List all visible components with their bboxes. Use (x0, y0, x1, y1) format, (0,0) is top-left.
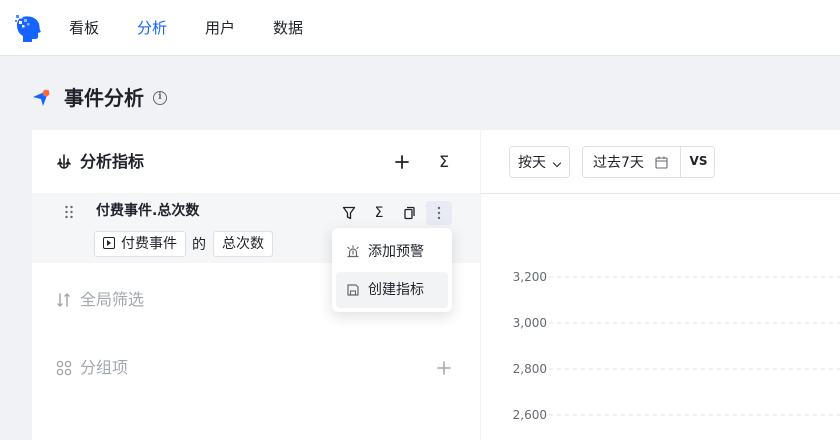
add-group-button[interactable] (434, 358, 454, 378)
nav-item-dashboard[interactable]: 看板 (69, 18, 99, 38)
measure-tag[interactable]: 总次数 (213, 231, 273, 257)
group-by-section-title: 分组项 (80, 358, 129, 377)
copy-icon[interactable] (396, 201, 422, 225)
y-tick-label: 2,600 (513, 408, 547, 422)
event-tag-label: 付费事件 (121, 236, 177, 252)
nav-item-analysis[interactable]: 分析 (137, 18, 167, 38)
chart-toolbar: 按天 过去7天 VS (481, 130, 840, 194)
page-title: 事件分析 (64, 86, 144, 110)
drag-handle-icon[interactable] (64, 205, 74, 219)
granularity-select[interactable]: 按天 (509, 146, 570, 178)
metric-options-menu: 添加预警 创建指标 (332, 228, 452, 312)
top-navigation-bar: 看板 分析 用户 数据 (0, 0, 840, 56)
chart-panel: 按天 过去7天 VS 3,200 3,000 2,800 2,600 (481, 130, 840, 440)
y-tick-label: 2,800 (513, 362, 547, 376)
add-metric-button[interactable] (392, 152, 412, 172)
event-tag[interactable]: 付费事件 (94, 231, 186, 257)
metric-title: 付费事件.总次数 (96, 203, 200, 219)
sum-icon[interactable]: Σ (366, 201, 392, 225)
more-options-icon[interactable] (426, 201, 452, 225)
nav-item-users[interactable]: 用户 (205, 18, 235, 38)
y-tick-label: 3,000 (513, 316, 547, 330)
date-range-label: 过去7天 (593, 155, 644, 171)
menu-item-add-alert[interactable]: 添加预警 (336, 234, 448, 270)
group-by-icon (56, 360, 72, 376)
metrics-section-title: 分析指标 (80, 152, 145, 171)
compare-button[interactable]: VS (680, 146, 716, 178)
metric-section-icon (57, 154, 71, 169)
brain-logo-icon[interactable] (14, 13, 44, 43)
alarm-icon (347, 245, 359, 258)
chevron-down-icon (552, 158, 562, 168)
nav-item-data[interactable]: 数据 (273, 18, 303, 38)
info-icon[interactable]: i (153, 91, 167, 105)
global-filter-section-title[interactable]: 全局筛选 (80, 289, 144, 311)
save-icon (347, 284, 359, 296)
menu-item-label: 添加预警 (368, 244, 424, 260)
y-tick-label: 3,200 (513, 270, 547, 284)
filter-icon[interactable] (336, 201, 362, 225)
menu-item-create-metric[interactable]: 创建指标 (336, 272, 448, 308)
line-chart: 3,200 3,000 2,800 2,600 (513, 270, 840, 422)
calendar-icon (655, 156, 668, 169)
event-type-icon (103, 237, 115, 249)
granularity-label: 按天 (518, 155, 546, 171)
menu-item-label: 创建指标 (368, 282, 424, 298)
event-analysis-icon (33, 89, 50, 106)
global-filter-icon (57, 293, 70, 307)
connector-text: 的 (192, 237, 206, 253)
date-range-picker[interactable]: 过去7天 VS (582, 146, 715, 178)
formula-button[interactable]: Σ (434, 152, 454, 172)
